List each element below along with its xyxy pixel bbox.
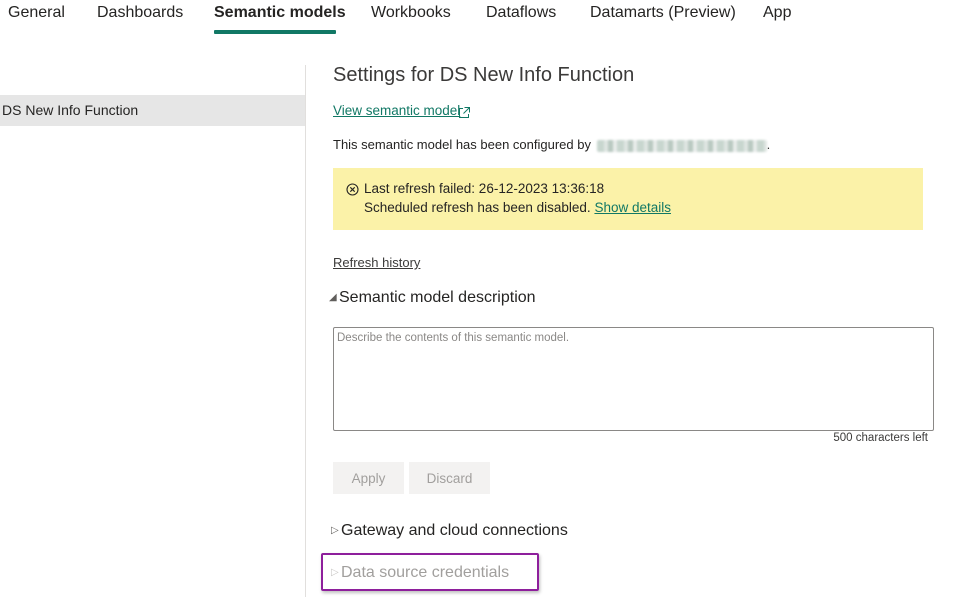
- discard-button[interactable]: Discard: [409, 462, 490, 494]
- triangle-collapsed-icon: ▷: [331, 525, 339, 536]
- configured-by-label: This semantic model has been configured …: [333, 137, 591, 152]
- configured-by-suffix: .: [766, 137, 771, 152]
- apply-button[interactable]: Apply: [333, 462, 404, 494]
- refresh-failed-banner: Last refresh failed: 26-12-2023 13:36:18…: [333, 168, 923, 230]
- page-title: Settings for DS New Info Function: [333, 64, 635, 86]
- data-source-credentials-highlight: [321, 553, 539, 591]
- tab-general[interactable]: General: [8, 4, 65, 22]
- characters-left-counter: 500 characters left: [833, 432, 928, 444]
- configured-by-text: This semantic model has been configured …: [333, 137, 770, 152]
- tab-app[interactable]: App: [763, 4, 791, 22]
- scheduled-refresh-disabled-label: Scheduled refresh has been disabled.: [364, 200, 591, 215]
- scheduled-refresh-disabled-text: Scheduled refresh has been disabled. Sho…: [364, 200, 671, 215]
- view-semantic-model-link[interactable]: View semantic model: [333, 103, 460, 118]
- error-circle-icon: [346, 183, 359, 196]
- external-link-icon[interactable]: [458, 106, 471, 119]
- semantic-model-list: DS New Info Function: [0, 95, 305, 126]
- show-details-link[interactable]: Show details: [594, 200, 671, 215]
- tab-dataflows[interactable]: Dataflows: [486, 4, 556, 22]
- blurred-owner-email: [596, 139, 767, 152]
- settings-tab-bar: General Dashboards Semantic models Workb…: [0, 0, 975, 40]
- triangle-expanded-icon: ◢: [329, 292, 337, 303]
- vertical-divider: [305, 65, 306, 597]
- description-textarea[interactable]: [333, 327, 934, 431]
- gateway-connections-title: Gateway and cloud connections: [341, 522, 568, 539]
- tab-workbooks[interactable]: Workbooks: [371, 4, 451, 22]
- semantic-model-description-title: Semantic model description: [339, 289, 536, 306]
- last-refresh-failed-text: Last refresh failed: 26-12-2023 13:36:18: [364, 181, 605, 196]
- semantic-model-list-item[interactable]: DS New Info Function: [0, 95, 305, 126]
- gateway-connections-header[interactable]: ▷ Gateway and cloud connections: [331, 522, 568, 540]
- refresh-history-link[interactable]: Refresh history: [333, 255, 420, 270]
- tab-semantic-models[interactable]: Semantic models: [214, 4, 346, 22]
- semantic-model-description-header[interactable]: ◢ Semantic model description: [329, 289, 536, 307]
- tab-datamarts[interactable]: Datamarts (Preview): [590, 4, 736, 22]
- active-tab-indicator: [214, 30, 336, 34]
- tab-dashboards[interactable]: Dashboards: [97, 4, 183, 22]
